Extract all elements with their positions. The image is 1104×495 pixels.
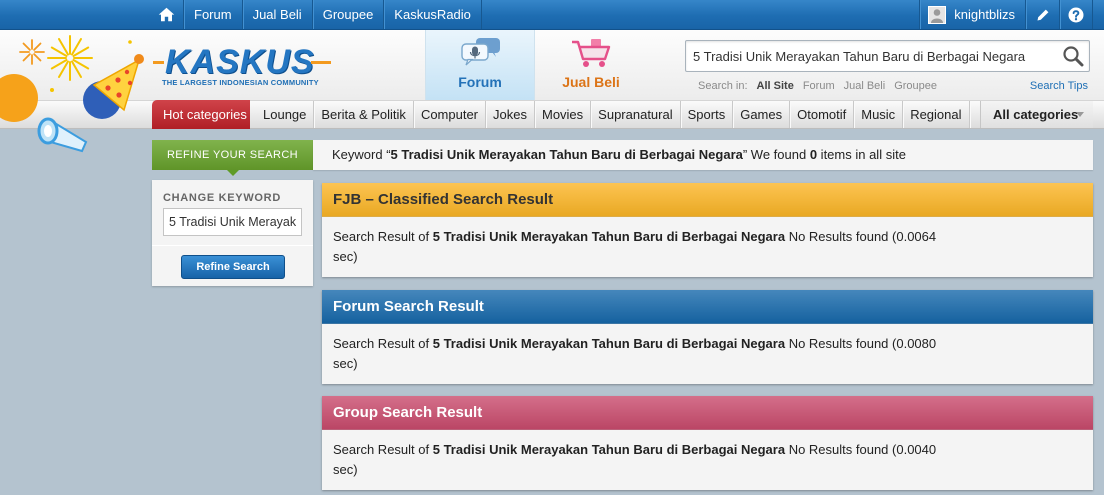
category-list: Lounge Berita & Politik Computer Jokes M…: [256, 101, 970, 128]
card-title: Group Search Result: [322, 396, 1093, 430]
top-nav-jual-beli[interactable]: Jual Beli: [241, 0, 312, 29]
home-link[interactable]: [150, 0, 183, 29]
panel-divider: [152, 245, 313, 246]
username: knightblizs: [954, 7, 1015, 22]
search-input[interactable]: [686, 41, 1054, 71]
help-icon: [1068, 7, 1084, 22]
result-text: Search Result of 5 Tradisi Unik Merayaka…: [333, 227, 958, 267]
search-box: [685, 40, 1090, 72]
category-games[interactable]: Games: [733, 101, 791, 128]
user-menu[interactable]: knightblizs: [919, 0, 1025, 29]
forum-chat-icon: [461, 38, 500, 66]
all-categories-label: All categories: [993, 107, 1079, 122]
tab-forum[interactable]: Forum: [425, 30, 535, 100]
tab-jual-beli-label: Jual Beli: [562, 74, 620, 90]
result-keyword: 5 Tradisi Unik Merayakan Tahun Baru di B…: [432, 442, 786, 457]
top-nav-right: knightblizs: [919, 0, 1093, 29]
change-keyword-label: CHANGE KEYWORD: [163, 192, 281, 204]
scope-all-site[interactable]: All Site: [757, 80, 794, 94]
category-computer[interactable]: Computer: [414, 101, 487, 128]
summary-mid: ” We found: [742, 147, 810, 162]
top-nav-kaskusradio[interactable]: KaskusRadio: [383, 0, 482, 29]
refine-label-text: REFINE YOUR SEARCH: [166, 149, 299, 161]
all-categories-dropdown[interactable]: All categories: [980, 101, 1093, 128]
scope-forum[interactable]: Forum: [803, 80, 835, 94]
summary-prefix: Keyword “: [332, 147, 391, 162]
fjb-result-card: FJB – Classified Search Result Search Re…: [322, 183, 1093, 277]
logo-wordmark: KASKUS: [165, 43, 315, 81]
pencil-icon: [1037, 9, 1048, 20]
result-prefix: Search Result of: [333, 442, 430, 457]
keyword-input[interactable]: [163, 208, 302, 236]
shopping-cart-icon: [572, 39, 611, 67]
category-supranatural[interactable]: Supranatural: [591, 101, 681, 128]
search-in-label: Search in:: [698, 80, 748, 92]
card-title: Forum Search Result: [322, 290, 1093, 324]
help-button[interactable]: [1059, 0, 1093, 29]
edit-button[interactable]: [1025, 0, 1059, 29]
summary-suffix: items in all site: [817, 147, 906, 162]
top-nav-groupee[interactable]: Groupee: [311, 0, 384, 29]
group-result-card: Group Search Result Search Result of 5 T…: [322, 396, 1093, 490]
result-keyword: 5 Tradisi Unik Merayakan Tahun Baru di B…: [432, 336, 786, 351]
logo-dash-right: [311, 61, 331, 64]
confetti-icon: [50, 88, 54, 92]
firework-icon: [47, 35, 93, 81]
card-title: FJB – Classified Search Result: [322, 183, 1093, 217]
result-keyword: 5 Tradisi Unik Merayakan Tahun Baru di B…: [432, 229, 786, 244]
result-prefix: Search Result of: [333, 336, 430, 351]
search-scope-selector: Search in: All Site Forum Jual Beli Grou…: [698, 80, 937, 94]
tab-jual-beli[interactable]: Jual Beli: [536, 30, 646, 100]
scope-groupee[interactable]: Groupee: [894, 80, 937, 94]
home-icon: [158, 7, 175, 22]
avatar-icon: [928, 5, 947, 24]
result-body: Search Result of 5 Tradisi Unik Merayaka…: [322, 324, 1093, 384]
scope-jual-beli[interactable]: Jual Beli: [844, 80, 886, 94]
refine-search-label: REFINE YOUR SEARCH: [152, 140, 313, 176]
category-berita-politik[interactable]: Berita & Politik: [314, 101, 414, 128]
top-navigation-bar: Forum Jual Beli Groupee KaskusRadio knig…: [0, 0, 1104, 30]
logo-dash-left: [153, 61, 164, 64]
hot-categories-tab[interactable]: Hot categories: [152, 100, 250, 129]
category-bar: Hot categories Lounge Berita & Politik C…: [0, 100, 1104, 129]
forum-result-card: Forum Search Result Search Result of 5 T…: [322, 290, 1093, 384]
result-text: Search Result of 5 Tradisi Unik Merayaka…: [333, 440, 958, 480]
chevron-down-icon: [1076, 112, 1084, 117]
search-summary: Keyword “5 Tradisi Unik Merayakan Tahun …: [313, 140, 1093, 170]
result-text: Search Result of 5 Tradisi Unik Merayaka…: [333, 334, 958, 374]
small-firework-icon: [19, 39, 45, 65]
category-jokes[interactable]: Jokes: [486, 101, 535, 128]
tab-forum-label: Forum: [458, 74, 502, 90]
kaskus-logo[interactable]: KASKUS THE LARGEST INDONESIAN COMMUNITY: [153, 44, 335, 92]
new-year-decoration: [0, 35, 144, 153]
orange-balloon-icon: [0, 74, 38, 122]
search-button[interactable]: [1062, 45, 1084, 67]
confetti-icon: [128, 40, 132, 44]
category-lounge[interactable]: Lounge: [256, 101, 315, 128]
top-nav-forum[interactable]: Forum: [183, 0, 242, 29]
summary-keyword: 5 Tradisi Unik Merayakan Tahun Baru di B…: [390, 147, 743, 162]
logo-tagline: THE LARGEST INDONESIAN COMMUNITY: [162, 78, 319, 87]
category-music[interactable]: Music: [854, 101, 904, 128]
change-keyword-panel: CHANGE KEYWORD Refine Search: [152, 180, 313, 286]
search-tips-link[interactable]: Search Tips: [1030, 80, 1088, 92]
category-sports[interactable]: Sports: [681, 101, 734, 128]
party-horn-icon: [37, 117, 88, 153]
refine-search-button[interactable]: Refine Search: [181, 255, 285, 279]
result-body: Search Result of 5 Tradisi Unik Merayaka…: [322, 430, 1093, 490]
top-nav-left: Forum Jual Beli Groupee KaskusRadio: [150, 0, 482, 29]
refine-arrow-icon: [227, 170, 239, 176]
summary-count: 0: [809, 147, 818, 162]
result-body: Search Result of 5 Tradisi Unik Merayaka…: [322, 217, 1093, 277]
category-regional[interactable]: Regional: [903, 101, 970, 128]
category-otomotif[interactable]: Otomotif: [790, 101, 855, 128]
site-header: KASKUS THE LARGEST INDONESIAN COMMUNITY …: [0, 30, 1104, 100]
result-prefix: Search Result of: [333, 229, 430, 244]
search-icon: [1063, 46, 1084, 67]
category-movies[interactable]: Movies: [535, 101, 592, 128]
